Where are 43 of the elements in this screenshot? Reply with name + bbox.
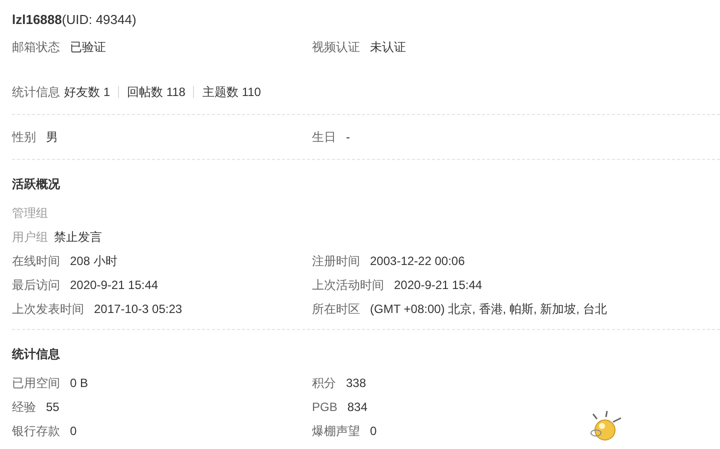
field-value: 0: [70, 423, 77, 440]
group-label: 用户组: [12, 229, 48, 246]
field-value: 0: [370, 423, 377, 440]
field-value: 2003-12-22 00:06: [370, 253, 465, 270]
field-value: (GMT +08:00) 北京, 香港, 帕斯, 新加坡, 台北: [370, 301, 607, 318]
field-value: 55: [46, 399, 60, 416]
field-value: 834: [347, 399, 368, 416]
field-value: 2017-10-3 05:23: [94, 301, 182, 318]
stat-count: 回帖数 118: [127, 84, 186, 101]
field-value: 2020-9-21 15:44: [70, 277, 158, 294]
user-id: (UID: 49344): [62, 11, 136, 30]
field-value: -: [346, 129, 350, 146]
field-label: 所在时区: [312, 301, 360, 318]
field-label: 爆棚声望: [312, 423, 360, 440]
section-title: 统计信息: [12, 346, 60, 363]
field-value: 0 B: [70, 375, 88, 392]
field-label: 生日: [312, 129, 336, 146]
group-value: 禁止发言: [54, 229, 102, 246]
field-label: 最后访问: [12, 277, 60, 294]
group-label: 管理组: [12, 205, 48, 222]
field-label: 在线时间: [12, 253, 60, 270]
username: lzl16888: [12, 11, 62, 30]
field-label: 视频认证: [312, 39, 360, 56]
field-value: 2020-9-21 15:44: [394, 277, 482, 294]
field-value: 338: [346, 375, 366, 392]
field-label: 性别: [12, 129, 36, 146]
field-label: PGB: [312, 399, 338, 416]
field-label: 邮箱状态: [12, 39, 60, 56]
field-label: 银行存款: [12, 423, 60, 440]
field-value: 男: [46, 129, 58, 146]
stat-count: 好友数 1: [64, 84, 110, 101]
field-label: 经验: [12, 399, 36, 416]
field-label: 注册时间: [312, 253, 360, 270]
field-label: 已用空间: [12, 375, 60, 392]
section-title: 活跃概况: [12, 176, 60, 193]
field-label: 积分: [312, 375, 336, 392]
field-label: 上次活动时间: [312, 277, 384, 294]
field-value: 未认证: [370, 39, 406, 56]
field-value: 208 小时: [70, 253, 118, 270]
field-label: 上次发表时间: [12, 301, 84, 318]
stats-label: 统计信息: [12, 84, 60, 101]
stat-count: 主题数 110: [202, 84, 261, 101]
field-value: 已验证: [70, 39, 106, 56]
